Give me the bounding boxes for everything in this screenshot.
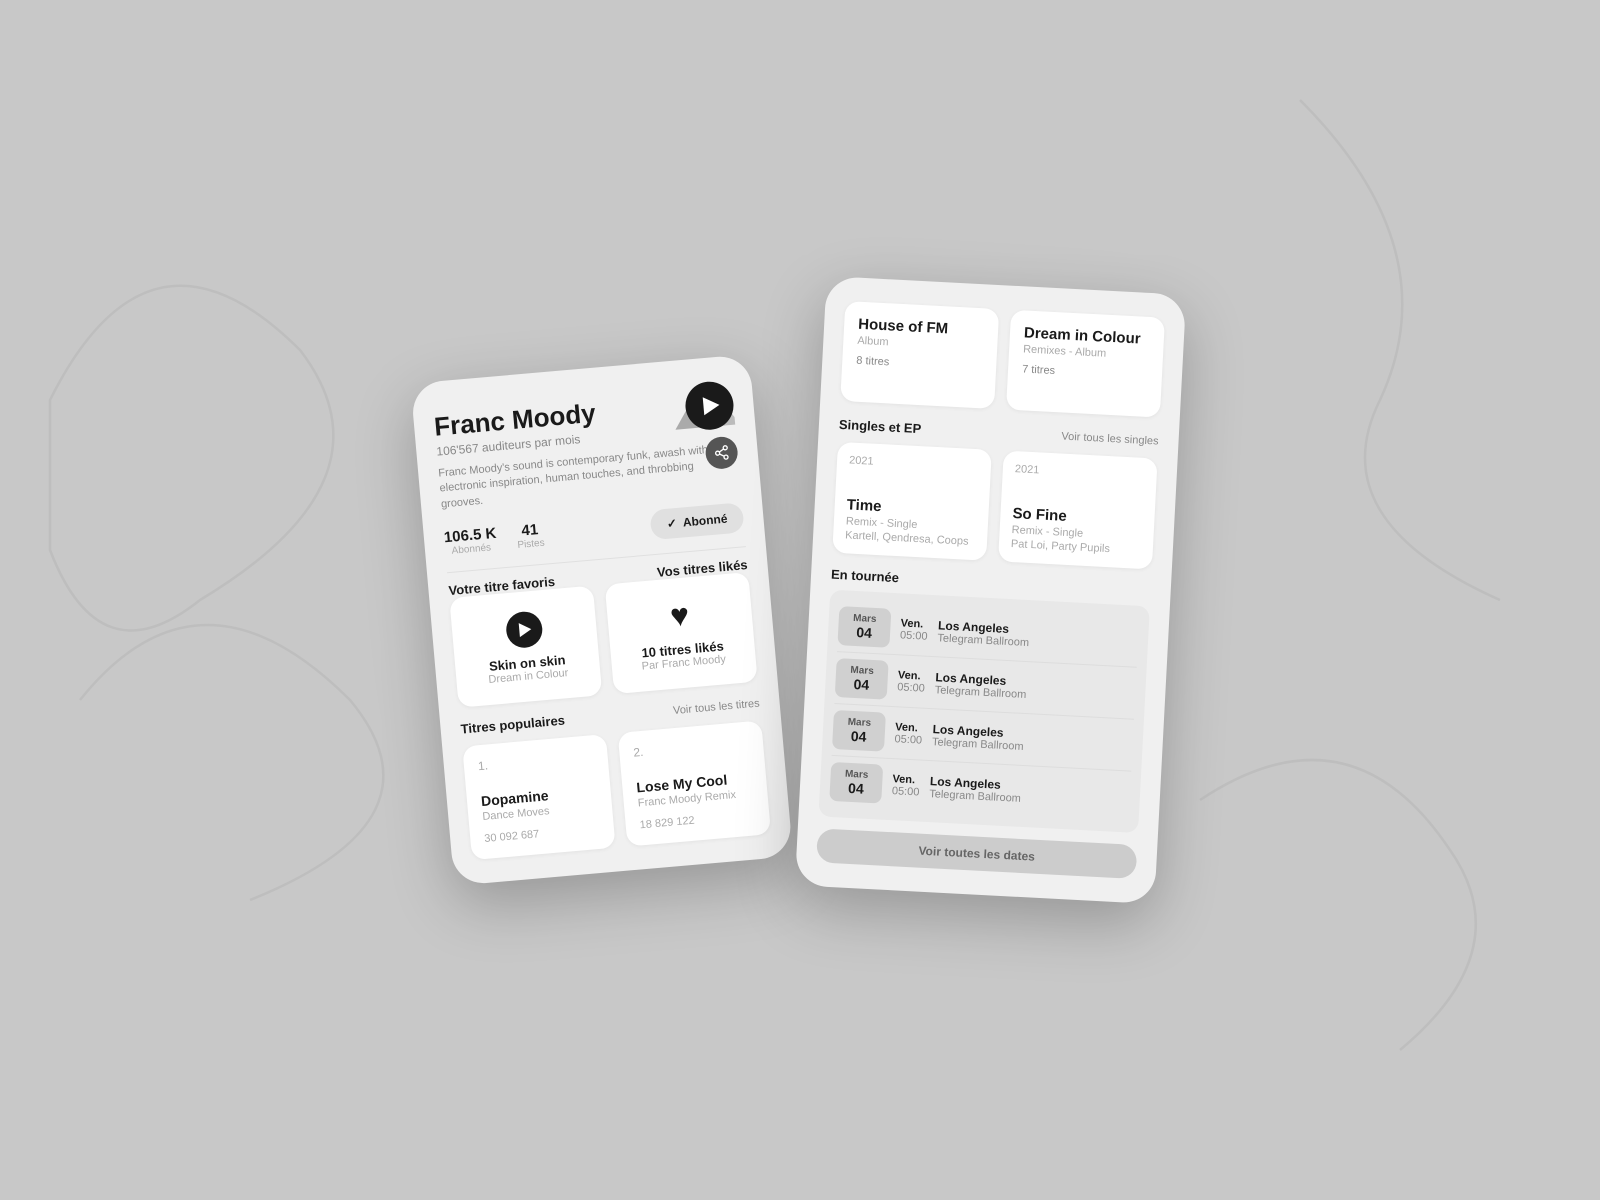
tour-venue-col-2: Los Angeles Telegram Ballroom bbox=[934, 670, 1136, 706]
heart-icon: ♥ bbox=[669, 596, 691, 635]
voir-dates-button[interactable]: Voir toutes les dates bbox=[816, 828, 1137, 879]
liked-tracks-card[interactable]: ♥ 10 titres likés Par Franc Moody bbox=[605, 572, 758, 694]
tour-day-4: 04 bbox=[840, 779, 873, 797]
tour-events-container: Mars 04 Ven. 05:00 Los Angeles Telegram … bbox=[818, 590, 1149, 833]
tour-month-3: Mars bbox=[843, 717, 876, 730]
album-tracks-1: 8 titres bbox=[856, 355, 982, 374]
tracks-row: 1. Dopamine Dance Moves 30 092 687 2. Lo… bbox=[462, 720, 771, 860]
track-plays-1: 30 092 687 bbox=[484, 823, 601, 845]
tracks-value: 41 bbox=[521, 521, 539, 539]
stat-tracks: 41 Pistes bbox=[516, 521, 546, 551]
single-card-1[interactable]: 2021 Time Remix - Single Kartell, Qendre… bbox=[832, 442, 992, 561]
tour-date-box-4: Mars 04 bbox=[829, 762, 883, 804]
album-card-1[interactable]: House of FM Album 8 titres bbox=[840, 301, 999, 409]
tour-venue-col-1: Los Angeles Telegram Ballroom bbox=[937, 618, 1139, 654]
tracks-label: Pistes bbox=[517, 538, 545, 551]
card-play-icon bbox=[519, 622, 532, 637]
check-icon: ✓ bbox=[666, 516, 677, 531]
subscribe-label: Abonné bbox=[682, 512, 728, 530]
tour-venue-col-4: Los Angeles Telegram Ballroom bbox=[929, 774, 1131, 810]
tour-day-3: 04 bbox=[842, 727, 875, 745]
artist-header: Franc Moody 106'567 auditeurs par mois F… bbox=[432, 380, 740, 513]
tour-month-2: Mars bbox=[846, 665, 879, 678]
voir-tous-link[interactable]: Voir tous les titres bbox=[673, 697, 761, 717]
card-play-button[interactable] bbox=[505, 610, 544, 649]
track-card-1[interactable]: 1. Dopamine Dance Moves 30 092 687 bbox=[462, 734, 615, 860]
popular-section-title: Titres populaires bbox=[460, 713, 565, 737]
single-year-2: 2021 bbox=[1015, 463, 1145, 482]
track-plays-2: 18 829 122 bbox=[639, 809, 756, 831]
singles-section-title: Singles et EP bbox=[839, 417, 922, 436]
followers-label: Abonnés bbox=[451, 542, 491, 556]
tour-time-col-1: Ven. 05:00 bbox=[900, 617, 929, 642]
single-card-2[interactable]: 2021 So Fine Remix - Single Pat Loi, Par… bbox=[998, 451, 1158, 570]
tour-date-box-2: Mars 04 bbox=[835, 658, 889, 700]
tour-time-col-2: Ven. 05:00 bbox=[897, 669, 926, 694]
tour-time-col-4: Ven. 05:00 bbox=[892, 773, 921, 798]
tour-day-2: 04 bbox=[845, 676, 878, 694]
album-tracks-2: 7 titres bbox=[1022, 363, 1148, 382]
play-icon bbox=[702, 396, 720, 415]
track-number-1: 1. bbox=[477, 749, 594, 773]
single-year-1: 2021 bbox=[849, 454, 979, 473]
tour-time-4: 05:00 bbox=[892, 785, 920, 798]
album-card-2[interactable]: Dream in Colour Remixes - Album 7 titres bbox=[1006, 310, 1165, 418]
tour-time-1: 05:00 bbox=[900, 629, 928, 642]
subscribe-button[interactable]: ✓ Abonné bbox=[650, 502, 745, 540]
right-phone: House of FM Album 8 titres Dream in Colo… bbox=[795, 276, 1186, 904]
tour-date-box-3: Mars 04 bbox=[832, 710, 886, 752]
tour-date-box-1: Mars 04 bbox=[837, 606, 891, 648]
tour-month-1: Mars bbox=[849, 613, 882, 626]
tour-month-4: Mars bbox=[840, 768, 873, 781]
tour-time-col-3: Ven. 05:00 bbox=[894, 721, 923, 746]
favorite-track-card[interactable]: Skin on skin Dream in Colour bbox=[449, 586, 602, 708]
tour-venue-col-3: Los Angeles Telegram Ballroom bbox=[932, 722, 1134, 758]
singles-cards-row: 2021 Time Remix - Single Kartell, Qendre… bbox=[832, 442, 1157, 570]
tour-day-1: 04 bbox=[848, 624, 881, 642]
voir-singles-link[interactable]: Voir tous les singles bbox=[1061, 430, 1159, 447]
left-phone: Franc Moody 106'567 auditeurs par mois F… bbox=[410, 354, 793, 886]
tour-time-2: 05:00 bbox=[897, 681, 925, 694]
stat-followers: 106.5 K Abonnés bbox=[443, 525, 498, 557]
track-card-2[interactable]: 2. Lose My Cool Franc Moody Remix 18 829… bbox=[618, 720, 771, 846]
tour-time-3: 05:00 bbox=[894, 733, 922, 746]
track-number-2: 2. bbox=[633, 736, 750, 760]
tour-section: En tournée Mars 04 Ven. 05:00 Los Angele… bbox=[816, 567, 1151, 879]
share-icon bbox=[713, 444, 730, 461]
album-cards-row: House of FM Album 8 titres Dream in Colo… bbox=[840, 301, 1165, 418]
